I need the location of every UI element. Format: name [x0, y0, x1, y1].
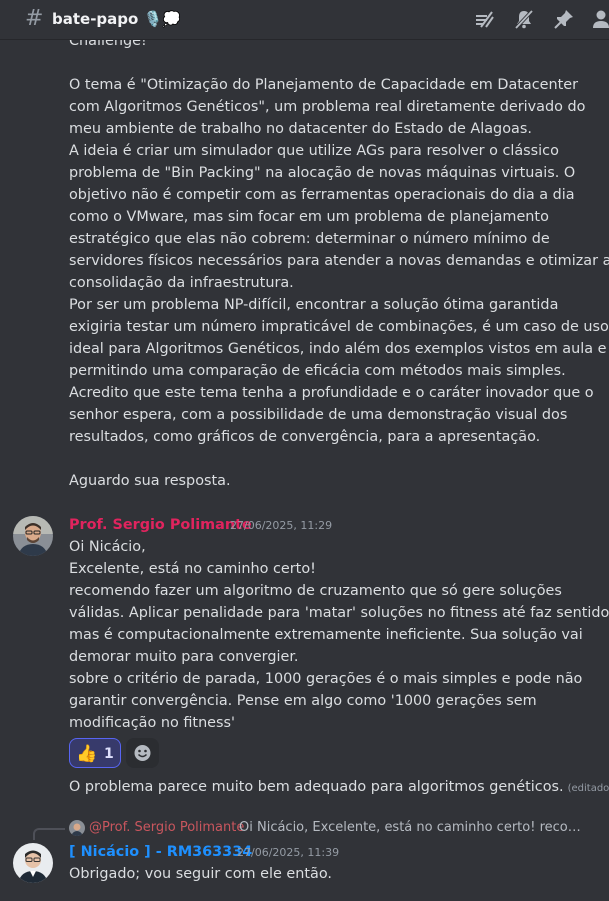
edited-label: (editado) [567, 783, 609, 794]
message-line: Oi Nicácio, [69, 539, 146, 555]
message-line: sobre o critério de parada, 1000 geraçõe… [69, 671, 583, 687]
reply-connector [33, 828, 65, 840]
message-line: mas é computacionalmente extremamente in… [69, 627, 583, 643]
message-line: senhor espera, com a possibilidade de um… [69, 407, 568, 423]
message-line: recomendo fazer um algoritmo de cruzamen… [69, 583, 562, 599]
message-followup: O problema parece muito bem adequado par… [69, 776, 609, 800]
pin-icon[interactable] [553, 8, 575, 30]
message-line: permitindo uma comparação de eficácia co… [69, 363, 566, 379]
message-line: modificação no fitness' [69, 715, 235, 731]
message-line: estratégico que elas não cobrem: determi… [69, 231, 550, 247]
mute-icon[interactable] [513, 8, 535, 30]
channel-header: # bate-papo 🎙️💭 [0, 0, 609, 40]
message-line: consolidação da infraestrutura. [69, 275, 294, 291]
add-reaction-button[interactable] [126, 738, 159, 768]
message-line: exigiria testar um número impraticável d… [69, 319, 609, 335]
message-line: como o VMware, mas sim focar em um probl… [69, 209, 549, 225]
smiley-add-icon [134, 745, 151, 761]
message-line: O tema é "Otimização do Planejamento de … [69, 77, 579, 93]
message-line: objetivo não é competir com as ferrament… [69, 187, 575, 203]
message-line: garantir convergência. Pense em algo com… [69, 693, 537, 709]
avatar[interactable] [13, 843, 53, 883]
message-author[interactable]: [ Nicácio ] - RM363334 [69, 843, 252, 861]
message-followup-text: O problema parece muito bem adequado par… [69, 779, 564, 795]
message-timestamp: 27/06/2025, 11:29 [230, 519, 333, 532]
message-line: Obrigado; vou seguir com ele então. [69, 866, 332, 882]
reply-avatar [69, 820, 85, 836]
message-line: com Algoritmos Genéticos", um problema r… [69, 99, 586, 115]
text-channel-icon: # [25, 6, 44, 31]
message-line: problema de "Bin Packing" na alocação de… [69, 165, 576, 181]
message-line: servidores físicos necessários para aten… [69, 253, 609, 269]
message-line: resultados, como gráficos de convergênci… [69, 429, 541, 445]
message-list: Challenge! O tema é "Otimização do Plane… [0, 0, 609, 901]
threads-icon[interactable] [473, 8, 495, 30]
message-line: Excelente, está no caminho certo! [69, 561, 316, 577]
members-icon[interactable] [590, 8, 609, 30]
channel-name: bate-papo 🎙️💭 [52, 10, 181, 28]
message-line: meu ambiente de trabalho no datacenter d… [69, 121, 532, 137]
message-line: A ideia é criar um simulador que utilize… [69, 143, 559, 159]
reaction-count: 1 [104, 746, 114, 762]
reaction-thumbs-up[interactable]: 👍 1 [69, 738, 121, 768]
message-line: Por ser um problema NP-difícil, encontra… [69, 297, 559, 313]
avatar[interactable] [13, 516, 53, 556]
message-timestamp: 27/06/2025, 11:39 [237, 846, 340, 859]
message-line: ideal para Algoritmos Genéticos, indo al… [69, 341, 607, 357]
reply-preview-text[interactable]: Oi Nicácio, Excelente, está no caminho c… [239, 819, 584, 837]
message-author[interactable]: Prof. Sergio Polimante [69, 516, 252, 534]
message-line: demorar muito para convergier. [69, 649, 299, 665]
message-line: Aguardo sua resposta. [69, 473, 231, 489]
message-line: válidas. Aplicar penalidade para 'matar'… [69, 605, 609, 621]
message-line: Acredito que este tema tenha a profundid… [69, 385, 594, 401]
reply-author-mention[interactable]: @Prof. Sergio Polimante [89, 819, 244, 837]
thumbs-up-icon: 👍 [76, 744, 98, 764]
